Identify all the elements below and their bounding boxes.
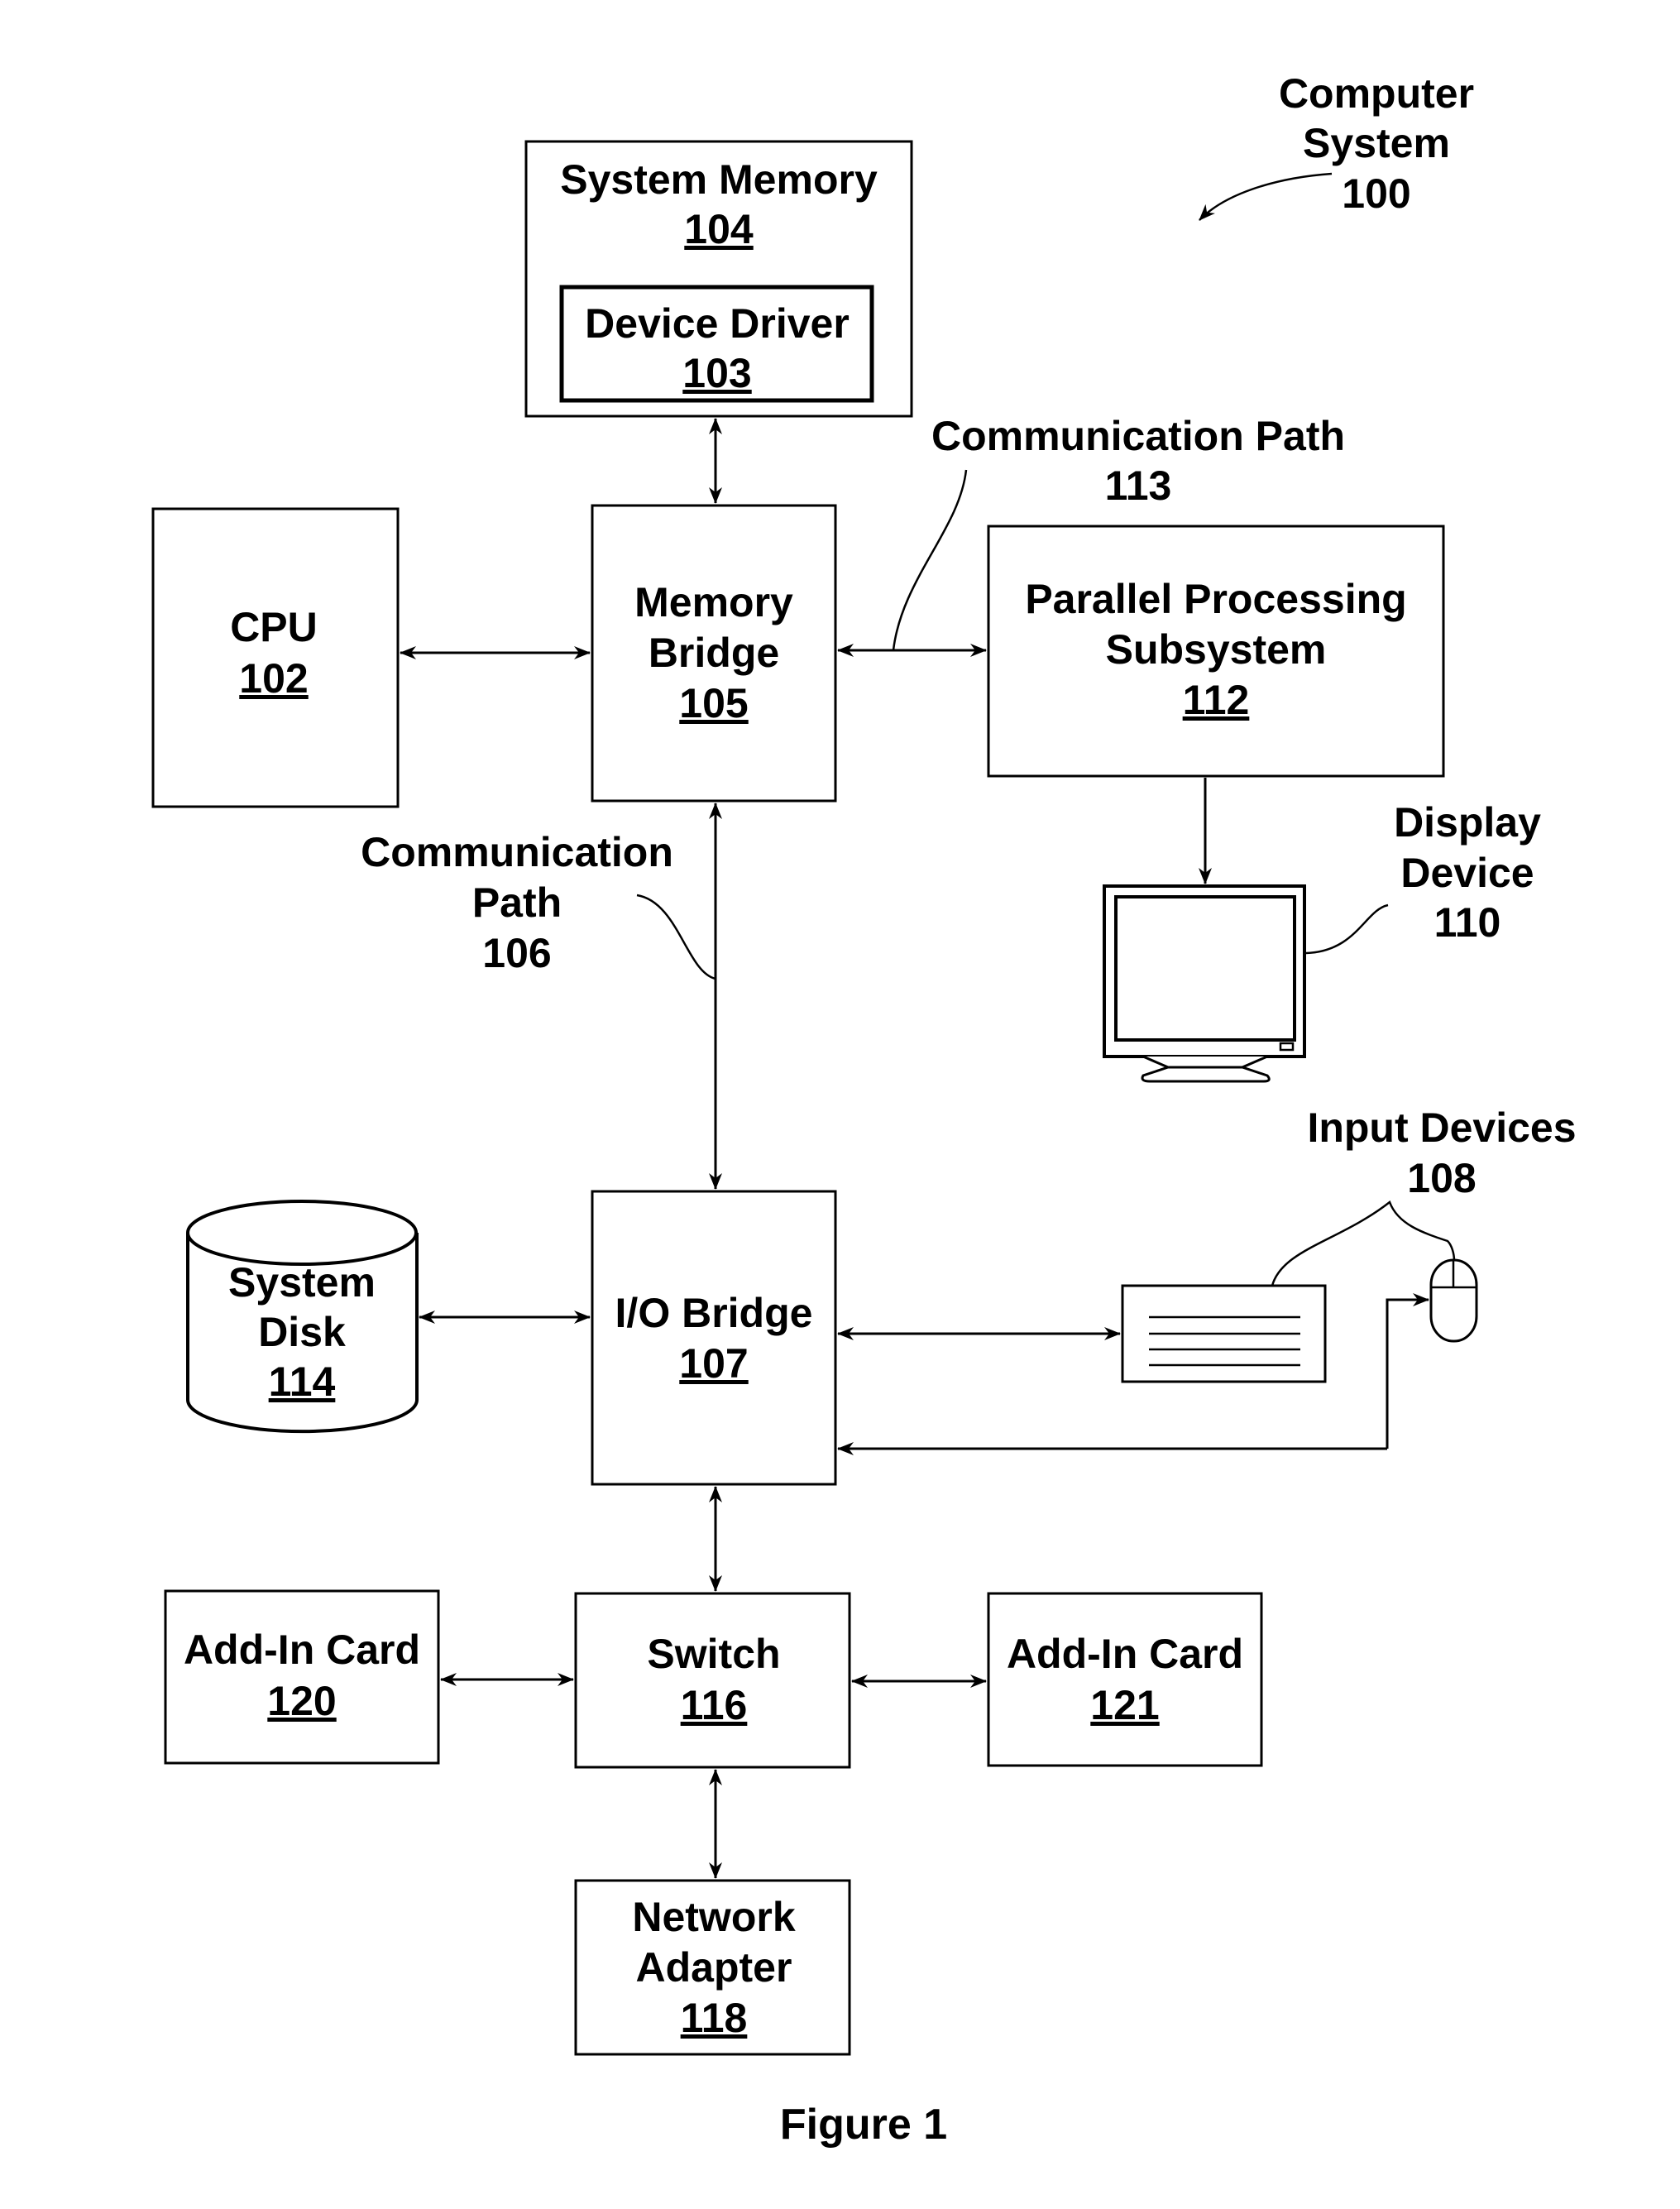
- communication-path-106-label-1: Communication: [361, 829, 673, 875]
- display-device-leader: [1305, 903, 1389, 955]
- input-devices-ref: 108: [1407, 1155, 1476, 1201]
- cpu-label: CPU: [230, 604, 318, 650]
- computer-system-line1: Computer: [1279, 70, 1474, 117]
- memory-bridge-block[interactable]: Memory Bridge 105: [591, 504, 837, 803]
- add-in-card-121-ref: 121: [1090, 1682, 1159, 1728]
- system-disk-label-2: Disk: [258, 1309, 346, 1355]
- memory-bridge-label-1: Memory: [634, 579, 793, 625]
- communication-path-106-ref: 106: [482, 930, 551, 976]
- system-memory-ref: 104: [684, 206, 754, 252]
- system-disk-block[interactable]: System Disk 114: [186, 1200, 419, 1434]
- mouse-icon[interactable]: [1429, 1258, 1478, 1343]
- switch-block[interactable]: Switch 116: [574, 1592, 851, 1769]
- system-disk-ref: 114: [269, 1358, 336, 1405]
- parallel-processing-subsystem-block[interactable]: Parallel Processing Subsystem 112: [987, 525, 1445, 778]
- communication-path-106-label-2: Path: [472, 879, 562, 926]
- device-driver-block[interactable]: Device Driver 103: [559, 285, 874, 403]
- network-adapter-block[interactable]: Network Adapter 118: [574, 1879, 851, 2056]
- memory-bridge-ref: 105: [679, 680, 748, 726]
- computer-system-line2: System: [1303, 120, 1450, 166]
- device-driver-label: Device Driver: [585, 300, 850, 347]
- display-device-icon[interactable]: [1103, 884, 1306, 1083]
- io-bridge-label: I/O Bridge: [615, 1290, 813, 1336]
- pps-label-1: Parallel Processing: [1025, 576, 1406, 622]
- cpu-block[interactable]: CPU 102: [151, 507, 400, 808]
- io-bridge-ref: 107: [679, 1340, 748, 1387]
- input-devices-label: Input Devices: [1307, 1104, 1576, 1151]
- display-device-label-2: Device: [1400, 850, 1534, 896]
- switch-label: Switch: [647, 1631, 780, 1677]
- memory-bridge-label-2: Bridge: [649, 630, 779, 676]
- pps-ref: 112: [1183, 677, 1250, 723]
- network-adapter-ref: 118: [681, 1995, 748, 2041]
- block-diagram: Computer System 100 System Memory 104 De…: [151, 70, 1577, 2149]
- add-in-card-121-label: Add-In Card: [1007, 1631, 1243, 1677]
- device-driver-ref: 103: [682, 350, 751, 396]
- display-device-ref: 110: [1434, 899, 1501, 946]
- computer-system-label: Computer System 100: [1279, 70, 1474, 217]
- figure-caption: Figure 1: [780, 2101, 947, 2149]
- computer-system-pointer-arrow: [1199, 172, 1333, 221]
- io-bridge-block[interactable]: I/O Bridge 107: [591, 1190, 837, 1486]
- add-in-card-120-ref: 120: [267, 1678, 336, 1724]
- network-adapter-label-1: Network: [632, 1894, 795, 1940]
- input-devices-brace: [1271, 1200, 1456, 1287]
- switch-ref: 116: [681, 1682, 748, 1728]
- keyboard-icon[interactable]: [1121, 1284, 1327, 1383]
- communication-path-113-leader: [892, 469, 968, 651]
- communication-path-106-leader: [636, 894, 716, 980]
- io-bridge-to-mouse-connector: [1386, 1293, 1429, 1449]
- add-in-card-120-block[interactable]: Add-In Card 120: [164, 1589, 440, 1765]
- communication-path-113-ref: 113: [1105, 462, 1172, 509]
- cpu-ref: 102: [239, 655, 308, 702]
- add-in-card-121-block[interactable]: Add-In Card 121: [987, 1592, 1263, 1767]
- display-device-label-1: Display: [1394, 799, 1541, 846]
- system-memory-label: System Memory: [560, 156, 878, 203]
- add-in-card-120-label: Add-In Card: [184, 1627, 420, 1673]
- system-disk-label-1: System: [228, 1259, 376, 1306]
- communication-path-113-label: Communication Path: [931, 413, 1345, 459]
- pps-label-2: Subsystem: [1106, 626, 1327, 673]
- network-adapter-label-2: Adapter: [636, 1944, 792, 1991]
- computer-system-ref: 100: [1342, 170, 1410, 217]
